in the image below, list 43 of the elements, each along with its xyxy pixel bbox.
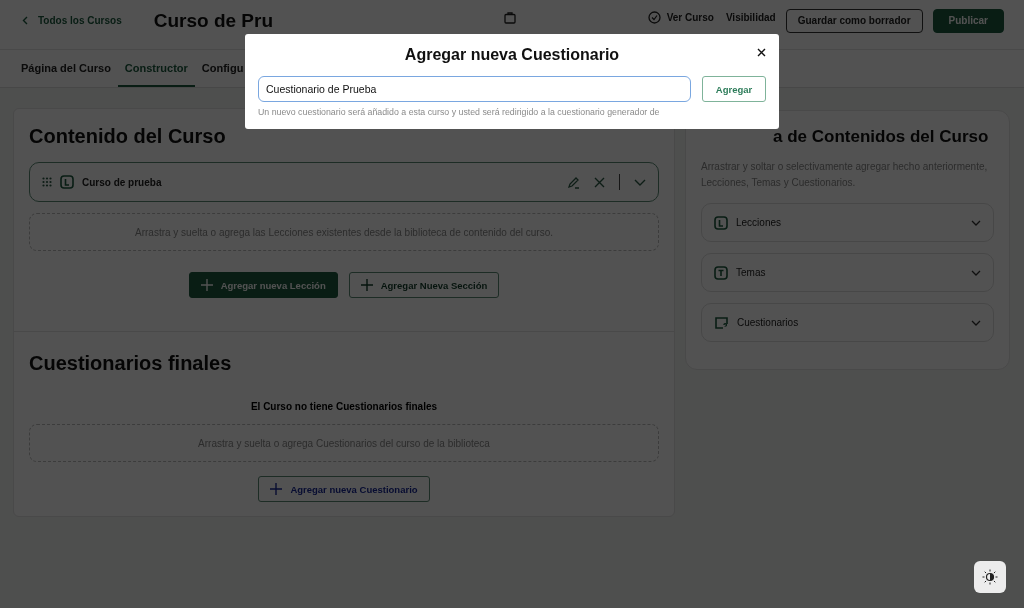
- library-group[interactable]: Temas: [701, 253, 994, 292]
- chevron-down-icon[interactable]: [634, 178, 646, 186]
- tab[interactable]: Constructor: [117, 50, 195, 87]
- pencil-icon[interactable]: [567, 175, 580, 189]
- save-draft-button[interactable]: Guardar como borrador: [785, 8, 923, 33]
- section-row[interactable]: Curso de prueba: [29, 162, 659, 202]
- section-title: Curso de prueba: [82, 176, 163, 188]
- letter-l-icon: [714, 215, 728, 230]
- add-quiz-button[interactable]: Agregar nueva Cuestionario: [258, 476, 430, 502]
- quiz-name-input[interactable]: Cuestionario de Prueba: [258, 76, 691, 102]
- section-heading: Contenido del Curso: [29, 125, 227, 148]
- theme-toggle-button[interactable]: [974, 561, 1006, 593]
- chevron-left-icon: [22, 16, 28, 25]
- library-title: a de Contenidos del Curso: [772, 127, 990, 147]
- library-group[interactable]: Cuestionarios: [701, 303, 994, 342]
- letter-t-icon: [714, 265, 728, 280]
- screen-question-icon: [714, 315, 729, 330]
- bag-icon[interactable]: [503, 11, 516, 24]
- chevron-down-icon: [971, 219, 981, 226]
- contrast-icon: [982, 569, 998, 585]
- drag-handle-icon[interactable]: [42, 177, 52, 187]
- hint-text: Un nuevo cuestionario será añadido a esta curso y usted será redirigido a la cuestionario generador de: [258, 107, 661, 117]
- library-group[interactable]: Lecciones: [701, 203, 994, 242]
- tab[interactable]: Página del Curso: [14, 50, 118, 87]
- add-lesson-button[interactable]: Agregar nueva Lección: [188, 272, 338, 298]
- dialog-title: Agregar nueva Cuestionario: [404, 46, 620, 64]
- letter-l-icon: [60, 175, 74, 189]
- back-link[interactable]: Todos los Cursos: [22, 15, 122, 26]
- chevron-down-icon: [971, 269, 981, 276]
- eye-circle-icon: [647, 11, 661, 24]
- empty-message: El Curso no tiene Cuestionarios finales: [249, 401, 439, 412]
- visibility-link[interactable]: Visibilidad: [725, 12, 776, 23]
- plus-icon: [360, 279, 373, 291]
- course-title: Curso de Pru: [153, 9, 274, 32]
- section-heading: Cuestionarios finales: [29, 352, 233, 375]
- plus-icon: [270, 483, 283, 495]
- publish-button[interactable]: Publicar: [932, 8, 1004, 33]
- view-course-link[interactable]: Ver Curso: [647, 11, 714, 24]
- add-section-button[interactable]: Agregar Nueva Sección: [348, 272, 500, 298]
- close-icon[interactable]: [757, 48, 766, 57]
- add-button[interactable]: Agregar: [702, 76, 766, 102]
- chevron-down-icon: [971, 319, 981, 326]
- plus-icon: [200, 279, 213, 291]
